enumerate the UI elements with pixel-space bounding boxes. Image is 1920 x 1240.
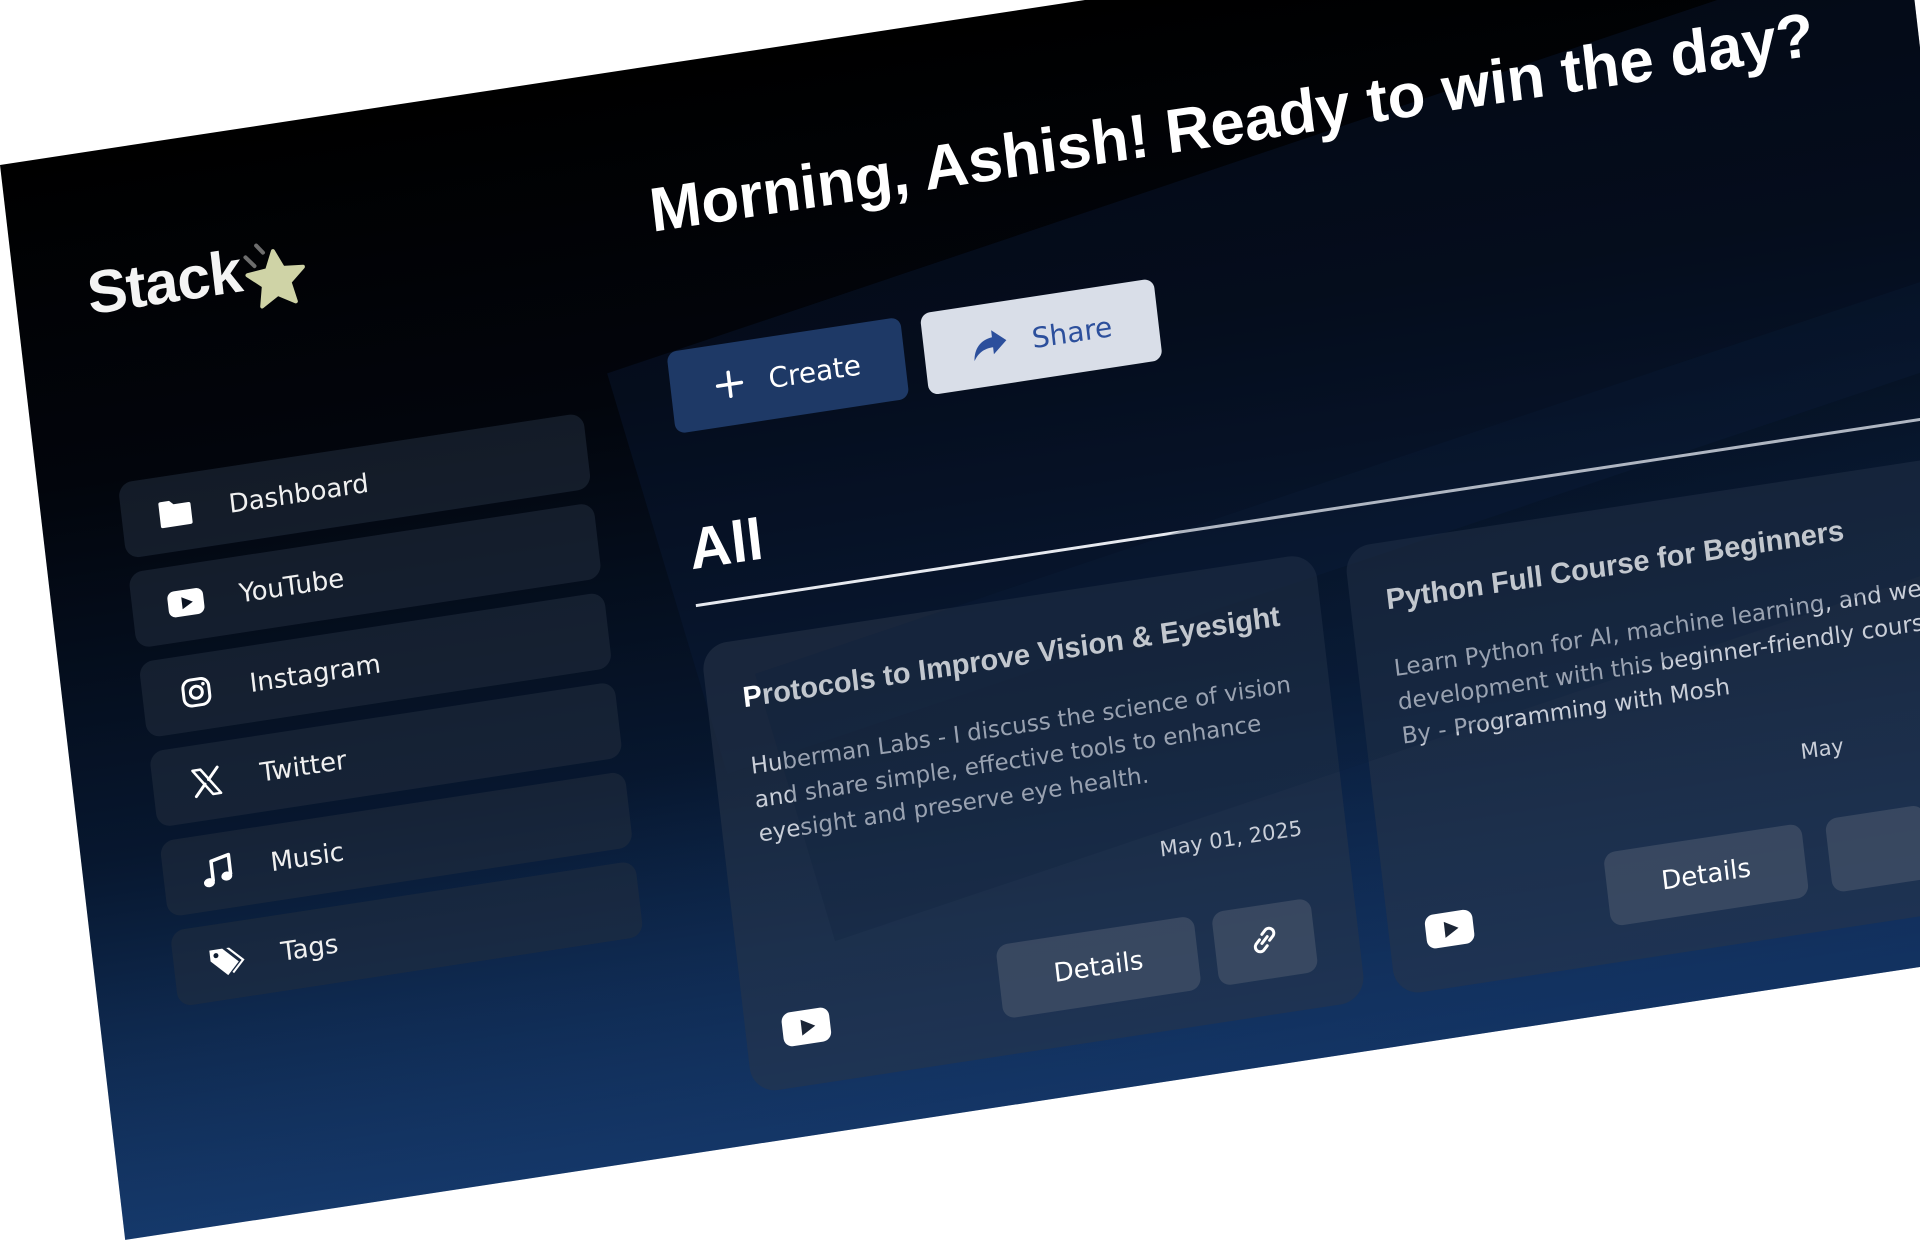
details-button-label: Details [1052, 945, 1145, 990]
star-icon [243, 243, 306, 309]
app-window: Stack Dashboard YouTube Instagram Twitte… [0, 0, 1920, 1240]
card-description: Huberman Labs - I discuss the science of… [749, 671, 1293, 848]
sidebar-item-label: Music [268, 837, 346, 879]
share-button-label: Share [1030, 309, 1114, 355]
link-button[interactable] [1824, 804, 1920, 894]
create-button-label: Create [766, 347, 863, 395]
sidebar-item-label: Dashboard [227, 468, 371, 520]
details-button-label: Details [1659, 853, 1753, 897]
sidebar-item-label: Tags [279, 929, 340, 968]
logo[interactable]: Stack [82, 212, 314, 341]
content-card[interactable]: Python Full Course for Beginners Learn P… [1343, 442, 1920, 997]
sidebar-item-label: Instagram [248, 649, 383, 700]
card-title: Protocols to Improve Vision & Eyesight [741, 600, 1282, 715]
greeting-headline: Morning, Ashish! Ready to win the day? [645, 0, 1818, 246]
music-note-icon [195, 848, 239, 894]
sidebar-item-label: YouTube [237, 563, 346, 610]
create-button[interactable]: Create [666, 316, 910, 434]
details-button[interactable]: Details [1602, 823, 1810, 927]
sidebar-item-label: Twitter [258, 745, 349, 789]
youtube-icon [164, 580, 208, 626]
x-twitter-icon [185, 759, 229, 805]
plus-icon [713, 367, 746, 401]
card-date: May 01, 2025 [1158, 816, 1304, 862]
youtube-icon [780, 1005, 834, 1052]
folder-icon [153, 490, 197, 536]
share-button[interactable]: Share [919, 278, 1163, 396]
card-title: Python Full Course for Beginners [1384, 514, 1846, 617]
logo-text: Stack [83, 236, 245, 327]
card-description: Learn Python for AI, machine learning, a… [1392, 573, 1920, 750]
section-divider [695, 411, 1920, 608]
details-button[interactable]: Details [995, 915, 1202, 1020]
instagram-icon [174, 669, 218, 715]
content-card[interactable]: Protocols to Improve Vision & Eyesight H… [700, 552, 1367, 1094]
sidebar: Dashboard YouTube Instagram Twitter Musi… [117, 412, 646, 1021]
link-button[interactable] [1211, 897, 1319, 987]
tags-icon [206, 938, 250, 984]
youtube-icon [1423, 907, 1477, 954]
share-arrow-icon [969, 326, 1010, 364]
link-icon [1246, 921, 1284, 964]
card-date: May [1799, 733, 1845, 765]
section-title: All [685, 506, 767, 583]
